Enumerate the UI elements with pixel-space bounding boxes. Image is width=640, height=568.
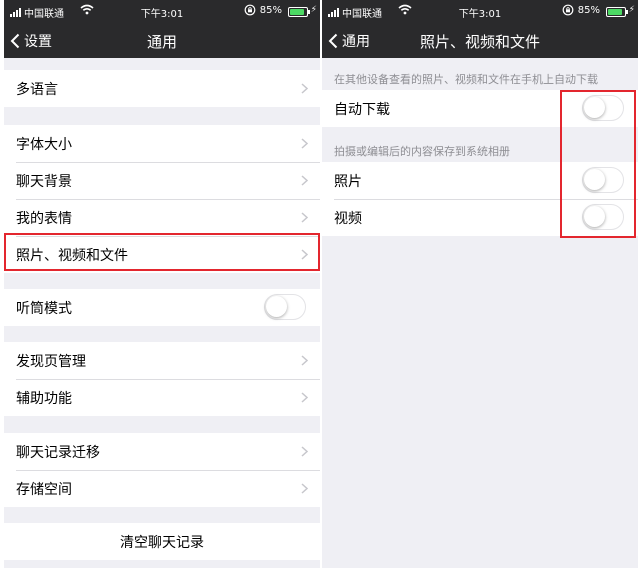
highlight-box [560, 90, 636, 238]
chevron-right-icon [301, 212, 308, 223]
chevron-right-icon [301, 83, 308, 94]
row-label: 聊天背景 [16, 173, 72, 190]
rotation-lock-icon [562, 4, 574, 19]
settings-row-chat-migration[interactable]: 聊天记录迁移 [4, 433, 320, 470]
chevron-right-icon [301, 446, 308, 457]
page-title: 通用 [146, 33, 177, 51]
navigation-bar: 通用 照片、视频和文件 [322, 24, 638, 58]
rotation-lock-icon [244, 4, 256, 19]
settings-row-my-stickers[interactable]: 我的表情 [4, 199, 320, 236]
battery-percent: 85% [577, 5, 600, 16]
section-note-auto-download: 在其他设备查看的照片、视频和文件在手机上自动下载 [334, 73, 598, 86]
settings-group-earpiece: 听筒模式 [4, 289, 320, 326]
settings-row-earpiece-mode: 听筒模式 [4, 289, 320, 326]
row-label: 视频 [334, 210, 362, 227]
battery-icon [288, 7, 310, 17]
settings-row-accessibility[interactable]: 辅助功能 [4, 379, 320, 416]
row-label: 字体大小 [16, 136, 72, 153]
button-label: 清空聊天记录 [120, 534, 204, 551]
row-label: 照片 [334, 173, 362, 190]
screenshot-pair: 中国联通 下午3:01 85% ⚡ 设置 通用 多语言 字体大小 聊天背景 我的… [0, 0, 640, 568]
row-label: 听筒模式 [16, 300, 72, 317]
row-label: 辅助功能 [16, 390, 72, 407]
battery-icon [606, 7, 628, 17]
row-label: 聊天记录迁移 [16, 444, 100, 461]
chevron-right-icon [301, 175, 308, 186]
settings-row-chat-background[interactable]: 聊天背景 [4, 162, 320, 199]
chevron-right-icon [301, 392, 308, 403]
row-label: 我的表情 [16, 210, 72, 227]
earpiece-mode-toggle[interactable] [264, 294, 306, 320]
chevron-right-icon [301, 138, 308, 149]
section-note-save-to-album: 拍摄或编辑后的内容保存到系统相册 [334, 145, 510, 158]
charging-icon: ⚡ [310, 5, 317, 15]
settings-group-discover: 发现页管理 辅助功能 [4, 342, 320, 416]
settings-group-language: 多语言 [4, 70, 320, 107]
settings-row-font-size[interactable]: 字体大小 [4, 125, 320, 162]
row-label: 发现页管理 [16, 353, 86, 370]
settings-row-language[interactable]: 多语言 [4, 70, 320, 107]
charging-icon: ⚡ [628, 5, 635, 15]
page-title: 照片、视频和文件 [419, 33, 540, 51]
navigation-bar: 设置 通用 [4, 24, 320, 58]
row-label: 自动下载 [334, 101, 390, 118]
highlight-box [4, 233, 320, 271]
row-label: 存储空间 [16, 481, 72, 498]
settings-group-storage: 聊天记录迁移 存储空间 [4, 433, 320, 507]
settings-row-storage[interactable]: 存储空间 [4, 470, 320, 507]
chevron-right-icon [301, 483, 308, 494]
clear-chat-history-button[interactable]: 清空聊天记录 [4, 523, 320, 560]
row-label: 多语言 [16, 81, 58, 98]
settings-group-clear: 清空聊天记录 [4, 523, 320, 560]
toggle-knob [266, 296, 287, 317]
status-bar: 中国联通 下午3:01 85% ⚡ [322, 0, 638, 24]
status-bar: 中国联通 下午3:01 85% ⚡ [4, 0, 320, 24]
battery-percent: 85% [259, 5, 282, 16]
chevron-right-icon [301, 355, 308, 366]
settings-row-discover-management[interactable]: 发现页管理 [4, 342, 320, 379]
photos-videos-files-screen: 中国联通 下午3:01 85% ⚡ 通用 照片、视频和文件 在其他设备查看的照片… [322, 0, 638, 568]
general-settings-screen: 中国联通 下午3:01 85% ⚡ 设置 通用 多语言 字体大小 聊天背景 我的… [4, 0, 320, 568]
